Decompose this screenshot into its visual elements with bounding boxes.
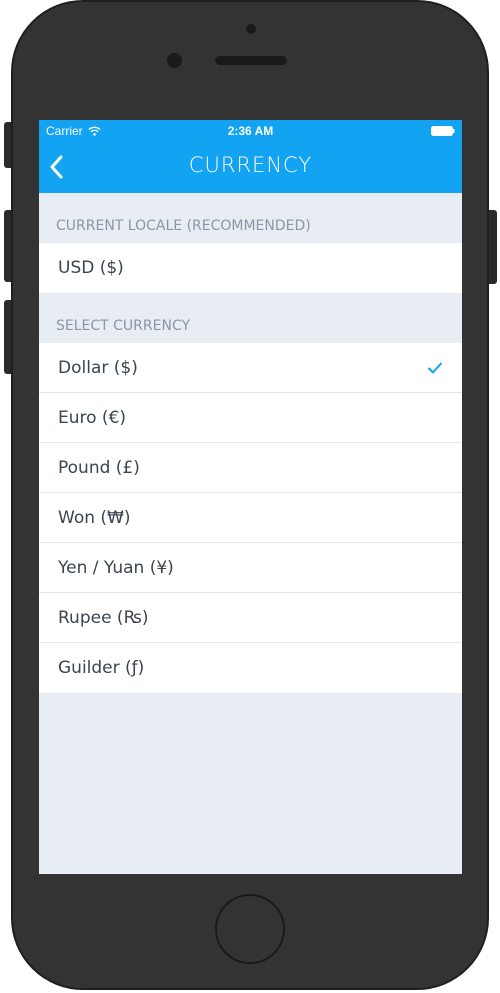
status-time: 2:36 AM [227,124,274,138]
list-item-label: Pound (£) [58,458,140,478]
list-item-label: Yen / Yuan (¥) [58,558,174,578]
currency-list: CURRENT LOCALE (RECOMMENDED) USD ($) SEL… [39,193,462,693]
page-title: CURRENCY [188,153,313,177]
list-item-euro[interactable]: Euro (€) [39,393,462,443]
list-item-dollar[interactable]: Dollar ($) [39,343,462,393]
list-item-won[interactable]: Won (₩) [39,493,462,543]
proximity-sensor [167,53,182,68]
list-item-yen-yuan[interactable]: Yen / Yuan (¥) [39,543,462,593]
list-item-label: Dollar ($) [58,358,138,378]
navigation-bar: Carrier 2:36 AM CURRENCY [39,120,462,193]
section-header-select-currency: SELECT CURRENCY [56,318,191,334]
list-item-guilder[interactable]: Guilder (ƒ) [39,643,462,693]
list-item-label: Guilder (ƒ) [58,658,145,678]
battery-icon [431,126,455,136]
section-header-current-locale: CURRENT LOCALE (RECOMMENDED) [56,218,311,234]
list-item-rupee[interactable]: Rupee (₨) [39,593,462,643]
front-camera [246,24,256,34]
home-button[interactable] [215,894,285,964]
list-item-label: Won (₩) [58,508,131,528]
screen: Carrier 2:36 AM CURRENCY CURRENT LOCALE … [39,120,462,874]
earpiece-speaker [215,56,287,65]
list-item-label: USD ($) [58,258,124,278]
list-item-label: Euro (€) [58,408,127,428]
list-item-usd[interactable]: USD ($) [39,243,462,293]
checkmark-icon [428,362,442,374]
list-item-pound[interactable]: Pound (£) [39,443,462,493]
list-item-label: Rupee (₨) [58,608,149,628]
